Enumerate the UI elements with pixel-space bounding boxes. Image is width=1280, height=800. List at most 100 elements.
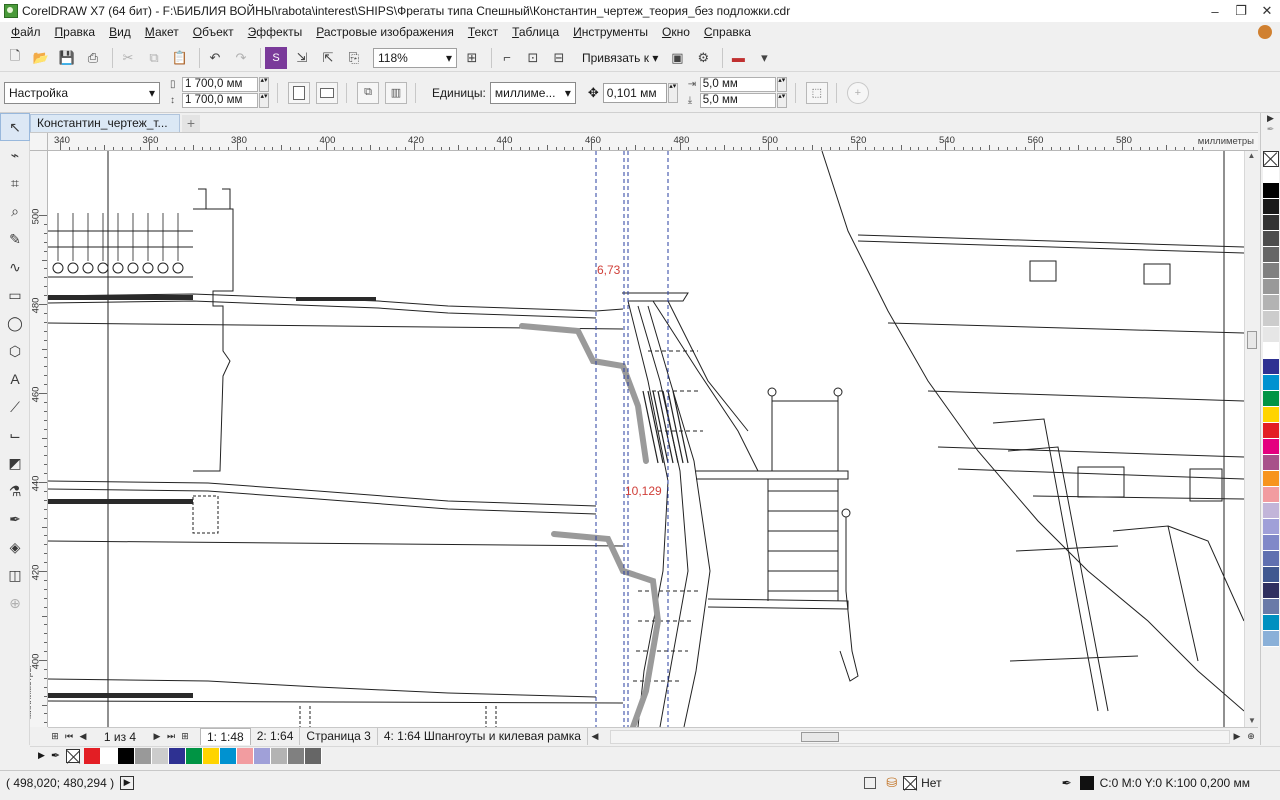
page-tab-1[interactable]: 1: 1:48 bbox=[200, 728, 251, 745]
show-guidelines-icon[interactable]: ⊟ bbox=[548, 47, 570, 69]
palette-scroll-right-icon[interactable]: ▶ bbox=[1261, 113, 1280, 124]
shape-tool-icon[interactable]: ⌁ bbox=[0, 141, 30, 169]
color-swatch[interactable] bbox=[1263, 327, 1279, 343]
color-swatch[interactable] bbox=[1263, 391, 1279, 407]
zoom-level-dropdown[interactable]: 118% ▾ bbox=[373, 47, 457, 68]
add-tool-icon[interactable]: ⊕ bbox=[0, 589, 30, 617]
search-content-icon[interactable]: S bbox=[265, 46, 287, 69]
color-swatch[interactable] bbox=[1263, 551, 1279, 567]
page-tab-4[interactable]: 4: 1:64 Шпангоуты и килевая рамка bbox=[378, 728, 588, 745]
cut-icon[interactable]: ✂ bbox=[117, 47, 139, 69]
duplicate-x-spinner[interactable]: ▴▾ bbox=[776, 77, 787, 92]
application-launcher-icon[interactable]: ⚙ bbox=[692, 47, 714, 69]
paste-icon[interactable]: 📋 bbox=[169, 47, 191, 69]
print-icon[interactable]: ⎙ bbox=[82, 47, 104, 69]
import-icon[interactable]: ⇲ bbox=[291, 47, 313, 69]
add-property-icon[interactable]: + bbox=[846, 81, 869, 104]
outline-color-swatch[interactable] bbox=[1079, 775, 1094, 790]
nudge-distance-field[interactable]: 0,101 мм bbox=[602, 82, 667, 103]
color-swatch[interactable] bbox=[1263, 423, 1279, 439]
horizontal-scrollbar[interactable] bbox=[609, 729, 1230, 744]
color-swatch[interactable] bbox=[101, 747, 119, 764]
color-swatch[interactable] bbox=[254, 747, 272, 764]
welcome-screen-icon[interactable]: ▬ bbox=[727, 47, 749, 69]
show-grid-icon[interactable]: ⊡ bbox=[522, 47, 544, 69]
nudge-spinner[interactable]: ▴▾ bbox=[667, 82, 678, 103]
color-swatch[interactable] bbox=[1263, 295, 1279, 311]
landscape-button[interactable] bbox=[316, 81, 338, 104]
color-swatch[interactable] bbox=[271, 747, 289, 764]
chevron-down-icon[interactable]: ▾ bbox=[753, 47, 775, 69]
page-tab-2[interactable]: 2: 1:64 bbox=[251, 728, 301, 745]
first-page-icon[interactable]: ⏮ bbox=[62, 731, 76, 742]
color-swatch[interactable] bbox=[1263, 487, 1279, 503]
page-height-field[interactable]: 1 700,0 мм bbox=[182, 93, 258, 108]
save-icon[interactable]: 💾 bbox=[56, 47, 78, 69]
color-swatch[interactable] bbox=[203, 747, 221, 764]
width-spinner[interactable]: ▴▾ bbox=[259, 77, 269, 92]
menu-help[interactable]: Справка bbox=[697, 22, 758, 42]
vertical-scroll-thumb[interactable] bbox=[1247, 331, 1257, 349]
snap-to-dropdown[interactable]: Привязать к ▾ bbox=[582, 51, 658, 65]
palette-expand-icon[interactable]: ▶ bbox=[38, 750, 45, 761]
color-swatch[interactable] bbox=[1263, 279, 1279, 295]
export-icon[interactable]: ⇱ bbox=[317, 47, 339, 69]
menu-bitmaps[interactable]: Растровые изображения bbox=[309, 22, 461, 42]
show-rulers-icon[interactable]: ⌐ bbox=[496, 47, 518, 69]
color-swatch[interactable] bbox=[1263, 359, 1279, 375]
scroll-up-icon[interactable]: ▲ bbox=[1245, 151, 1258, 160]
color-swatch[interactable] bbox=[1263, 231, 1279, 247]
drawing-canvas[interactable]: 6,73 10,129 bbox=[48, 151, 1244, 727]
scroll-down-icon[interactable]: ▼ bbox=[1245, 716, 1259, 725]
color-swatch[interactable] bbox=[135, 747, 153, 764]
next-page-icon[interactable]: ▶ bbox=[150, 731, 164, 742]
color-swatch[interactable] bbox=[1263, 343, 1279, 359]
page-tab-3[interactable]: Страница 3 bbox=[300, 728, 378, 745]
page-width-field[interactable]: 1 700,0 мм bbox=[182, 77, 258, 92]
open-icon[interactable]: 📂 bbox=[30, 47, 52, 69]
menu-layout[interactable]: Макет bbox=[138, 22, 186, 42]
color-swatch[interactable] bbox=[1263, 631, 1279, 647]
color-swatch[interactable] bbox=[84, 747, 102, 764]
menu-view[interactable]: Вид bbox=[102, 22, 138, 42]
text-tool-icon[interactable]: A bbox=[0, 365, 30, 393]
duplicate-y-spinner[interactable]: ▴▾ bbox=[776, 93, 787, 108]
previous-page-icon[interactable]: ◀ bbox=[76, 731, 90, 742]
minimize-button[interactable]: – bbox=[1202, 1, 1228, 21]
color-swatch[interactable] bbox=[1263, 199, 1279, 215]
color-swatch[interactable] bbox=[1263, 439, 1279, 455]
horizontal-ruler[interactable]: миллиметры 340 360 380 400 420 440 460 480 500 52… bbox=[48, 133, 1258, 151]
dimension-tool-icon[interactable]: ⟋ bbox=[0, 393, 30, 421]
color-swatch[interactable] bbox=[1263, 215, 1279, 231]
menu-text[interactable]: Текст bbox=[461, 22, 505, 42]
color-swatch[interactable] bbox=[1263, 263, 1279, 279]
eyedropper-tool-icon[interactable]: ✒ bbox=[0, 505, 30, 533]
color-swatch[interactable] bbox=[1263, 167, 1279, 183]
no-color-swatch[interactable] bbox=[66, 748, 81, 763]
pick-tool-icon[interactable]: ↖ bbox=[0, 113, 30, 141]
duplicate-x-field[interactable]: 5,0 мм bbox=[699, 77, 776, 92]
smart-fill-icon[interactable]: ◫ bbox=[0, 561, 30, 589]
color-swatch[interactable] bbox=[152, 747, 170, 764]
palette-eyedropper-icon[interactable]: ✒ bbox=[51, 749, 60, 762]
full-screen-preview-icon[interactable]: ⊞ bbox=[461, 47, 483, 69]
transparency-tool-icon[interactable]: ⚗ bbox=[0, 477, 30, 505]
scroll-tabs-icon[interactable]: ◀ bbox=[588, 731, 602, 742]
vertical-scrollbar[interactable]: ▲ ▼ bbox=[1244, 151, 1258, 727]
rectangle-tool-icon[interactable]: ▭ bbox=[0, 281, 30, 309]
freehand-tool-icon[interactable]: ✎ bbox=[0, 225, 30, 253]
height-spinner[interactable]: ▴▾ bbox=[259, 93, 269, 108]
page-preset-dropdown[interactable]: Настройка ▾ bbox=[4, 81, 160, 104]
vertical-ruler[interactable]: миллиметры 500 480 460 440 420 400 bbox=[30, 151, 48, 727]
current-page-button[interactable]: ▥ bbox=[385, 81, 407, 104]
color-swatch[interactable] bbox=[1263, 599, 1279, 615]
drop-shadow-icon[interactable]: ◩ bbox=[0, 449, 30, 477]
portrait-button[interactable] bbox=[288, 81, 310, 104]
menu-object[interactable]: Объект bbox=[186, 22, 241, 42]
color-swatch[interactable] bbox=[220, 747, 238, 764]
ruler-origin[interactable] bbox=[30, 133, 48, 151]
color-swatch[interactable] bbox=[305, 747, 323, 764]
crop-tool-icon[interactable]: ⌗ bbox=[0, 169, 30, 197]
interactive-fill-icon[interactable]: ◈ bbox=[0, 533, 30, 561]
color-swatch[interactable] bbox=[1263, 375, 1279, 391]
